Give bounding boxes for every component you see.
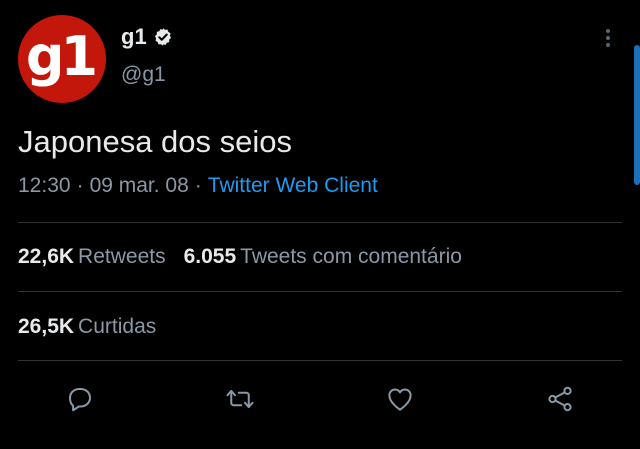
more-options-icon[interactable]	[598, 26, 618, 50]
retweets-count: 22,6K	[18, 245, 75, 268]
share-icon	[548, 386, 572, 412]
user-handle[interactable]: @g1	[121, 63, 166, 87]
retweet-button[interactable]	[224, 383, 256, 415]
share-button[interactable]	[544, 383, 576, 415]
like-icon	[388, 388, 412, 411]
verified-badge-icon	[154, 28, 171, 46]
tweet-text: Japonesa dos seios	[18, 124, 293, 159]
tweet-client-link[interactable]: Twitter Web Client	[208, 174, 378, 197]
divider	[18, 291, 622, 292]
tweet-date[interactable]: 09 mar. 08	[90, 174, 189, 197]
author-name-row: g1	[121, 24, 173, 50]
avatar-logo-text: g1	[25, 25, 98, 88]
retweets-stat[interactable]: 22,6K Retweets	[18, 245, 166, 268]
likes-label: Curtidas	[78, 315, 157, 338]
tweet-time[interactable]: 12:30	[18, 174, 71, 197]
divider	[18, 222, 622, 223]
tweet-meta: 12:30 · 09 mar. 08 · Twitter Web Client	[18, 174, 378, 198]
quotes-count: 6.055	[183, 245, 237, 268]
reply-button[interactable]	[64, 383, 96, 415]
retweets-label: Retweets	[78, 245, 166, 268]
meta-separator: ·	[194, 174, 202, 197]
quotes-stat[interactable]: 6.055 Tweets com comentário	[184, 245, 462, 268]
like-button[interactable]	[384, 383, 416, 415]
reply-icon	[69, 388, 91, 412]
retweet-stats-row: 22,6K Retweets 6.055 Tweets com comentário	[18, 245, 462, 269]
avatar[interactable]: g1	[18, 15, 106, 103]
quotes-label: Tweets com comentário	[240, 245, 462, 268]
scrollbar[interactable]	[634, 45, 640, 185]
likes-stats-row[interactable]: 26,5K Curtidas	[18, 315, 156, 339]
divider	[18, 360, 622, 361]
meta-separator: ·	[76, 174, 84, 197]
likes-count: 26,5K	[18, 315, 75, 338]
display-name[interactable]: g1	[121, 24, 147, 50]
retweet-icon	[226, 389, 254, 409]
